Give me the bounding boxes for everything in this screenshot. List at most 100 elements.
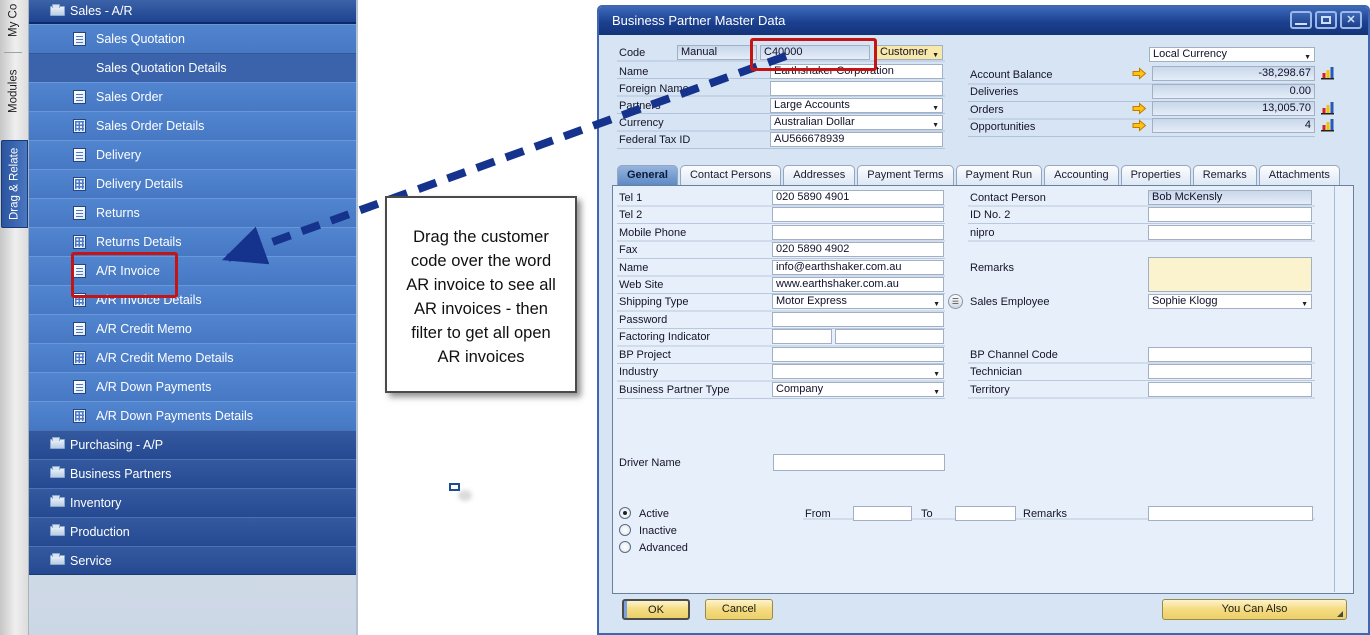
advanced-radio[interactable] (619, 541, 631, 553)
nipro-field[interactable] (1148, 225, 1312, 240)
code-value-field[interactable]: C40000 (760, 45, 870, 60)
minimize-button[interactable] (1290, 11, 1312, 29)
from-label: From (805, 508, 831, 520)
tab-properties[interactable]: Properties (1121, 165, 1191, 185)
window-titlebar[interactable]: Business Partner Master Data (599, 7, 1368, 35)
bar-chart-icon[interactable] (1320, 101, 1335, 114)
driver-name-field[interactable] (773, 454, 945, 471)
sales-employee-select[interactable]: Sophie Klogg (1148, 294, 1312, 309)
sidebar-item-sales-order-details[interactable]: Sales Order Details (28, 111, 356, 140)
dock-tab-my-co[interactable]: My Co (1, 0, 26, 46)
sidebar-folder-service[interactable]: Service (28, 546, 356, 575)
sidebar-folder-sales-ar[interactable]: Sales - A/R (28, 0, 356, 24)
opportunities-field[interactable]: 4 (1152, 118, 1315, 133)
tab-accounting[interactable]: Accounting (1044, 165, 1118, 185)
sidebar-folder-business-partners[interactable]: Business Partners (28, 459, 356, 488)
deliveries-field[interactable]: 0.00 (1152, 84, 1315, 99)
sidebar-item-ar-credit-memo-details[interactable]: A/R Credit Memo Details (28, 343, 356, 372)
orders-field[interactable]: 13,005.70 (1152, 101, 1315, 116)
folder-icon (50, 526, 65, 536)
sidebar-item-ar-down-payments-details[interactable]: A/R Down Payments Details (28, 401, 356, 430)
web-site-field[interactable]: www.earthshaker.com.au (772, 277, 944, 292)
contact-person-label: Contact Person (970, 192, 1046, 204)
password-field[interactable] (772, 312, 944, 327)
inactive-radio-label: Inactive (639, 525, 677, 537)
currency-select[interactable]: Australian Dollar (770, 115, 943, 130)
contact-person-field[interactable]: Bob McKensly (1148, 190, 1312, 205)
sidebar-item-label: Sales Quotation (96, 32, 185, 46)
tab-addresses[interactable]: Addresses (783, 165, 855, 185)
sidebar-item-ar-invoice[interactable]: A/R Invoice (28, 256, 356, 285)
technician-field[interactable] (1148, 364, 1312, 379)
active-radio[interactable] (619, 507, 631, 519)
sidebar-item-delivery[interactable]: Delivery (28, 140, 356, 169)
foreign-name-field[interactable] (770, 81, 943, 96)
sidebar-item-ar-invoice-details[interactable]: A/R Invoice Details (28, 285, 356, 314)
sidebar-folder-label: Sales - A/R (70, 4, 133, 18)
maximize-button[interactable] (1315, 11, 1337, 29)
sidebar-item-ar-credit-memo[interactable]: A/R Credit Memo (28, 314, 356, 343)
sidebar-folder-production[interactable]: Production (28, 517, 356, 546)
federal-tax-id-field[interactable]: AU566678939 (770, 132, 943, 147)
sidebar-item-sales-quotation[interactable]: Sales Quotation (28, 24, 356, 53)
shipping-type-select[interactable]: Motor Express (772, 294, 944, 309)
sidebar-item-delivery-details[interactable]: Delivery Details (28, 169, 356, 198)
link-arrow-icon[interactable] (1132, 102, 1147, 115)
id-no-2-field[interactable] (1148, 207, 1312, 222)
tab-payment-run[interactable]: Payment Run (956, 165, 1043, 185)
email-name-field[interactable]: info@earthshaker.com.au (772, 260, 944, 275)
bar-chart-icon[interactable] (1320, 66, 1335, 79)
bp-project-field[interactable] (772, 347, 944, 362)
bp-channel-code-field[interactable] (1148, 347, 1312, 362)
tab-contact-persons[interactable]: Contact Persons (680, 165, 781, 185)
code-series-field[interactable]: Manual (677, 45, 757, 60)
sidebar-folder-label: Purchasing - A/P (70, 438, 163, 452)
sidebar-item-label: Returns Details (96, 235, 181, 249)
industry-select[interactable] (772, 364, 944, 379)
factoring-indicator-field-1[interactable] (772, 329, 832, 344)
tab-attachments[interactable]: Attachments (1259, 165, 1340, 185)
tab-payment-terms[interactable]: Payment Terms (857, 165, 953, 185)
mobile-phone-field[interactable] (772, 225, 944, 240)
link-arrow-icon[interactable] (1132, 119, 1147, 132)
technician-label: Technician (970, 366, 1022, 378)
link-arrow-icon[interactable] (1132, 67, 1147, 80)
cancel-button[interactable]: Cancel (705, 599, 773, 620)
sidebar-item-ar-down-payments[interactable]: A/R Down Payments (28, 372, 356, 401)
sidebar-folder-purchasing-ap[interactable]: Purchasing - A/P (28, 430, 356, 459)
business-partner-type-select[interactable]: Company (772, 382, 944, 397)
to-date-field[interactable] (955, 506, 1016, 521)
display-currency-select[interactable]: Local Currency (1149, 47, 1315, 62)
territory-field[interactable] (1148, 382, 1312, 397)
sidebar-folder-inventory[interactable]: Inventory (28, 488, 356, 517)
sidebar-item-returns[interactable]: Returns (28, 198, 356, 227)
factoring-indicator-field-2[interactable] (835, 329, 944, 344)
folder-icon (50, 497, 65, 507)
from-date-field[interactable] (853, 506, 912, 521)
sidebar-item-returns-details[interactable]: Returns Details (28, 227, 356, 256)
bp-type-select[interactable]: Customer (876, 45, 943, 60)
dock-tab-modules[interactable]: Modules (1, 60, 26, 122)
account-balance-field[interactable]: -38,298.67 (1152, 66, 1315, 81)
tab-remarks[interactable]: Remarks (1193, 165, 1257, 185)
dock-tab-drag-relate[interactable]: Drag & Relate (1, 140, 28, 228)
tel2-field[interactable] (772, 207, 944, 222)
sidebar-item-sales-quotation-details[interactable]: Sales Quotation Details (28, 53, 356, 82)
ok-button[interactable]: OK (622, 599, 690, 620)
you-can-also-button[interactable]: You Can Also (1162, 599, 1347, 620)
shipping-type-menu-button[interactable]: ☰ (948, 294, 963, 309)
name-field[interactable]: Earthshaker Corporation (770, 64, 943, 79)
sidebar-item-sales-order[interactable]: Sales Order (28, 82, 356, 111)
bp-project-label: BP Project (619, 349, 671, 361)
remarks-textarea[interactable] (1148, 257, 1312, 292)
status-remarks-field[interactable] (1148, 506, 1313, 521)
tab-general[interactable]: General (617, 165, 678, 185)
close-button[interactable] (1340, 11, 1362, 29)
bar-chart-icon[interactable] (1320, 118, 1335, 131)
form-icon (73, 264, 86, 278)
group-select[interactable]: Large Accounts (770, 98, 943, 113)
tel1-field[interactable]: 020 5890 4901 (772, 190, 944, 205)
fax-field[interactable]: 020 5890 4902 (772, 242, 944, 257)
grid-icon (73, 351, 86, 365)
inactive-radio[interactable] (619, 524, 631, 536)
